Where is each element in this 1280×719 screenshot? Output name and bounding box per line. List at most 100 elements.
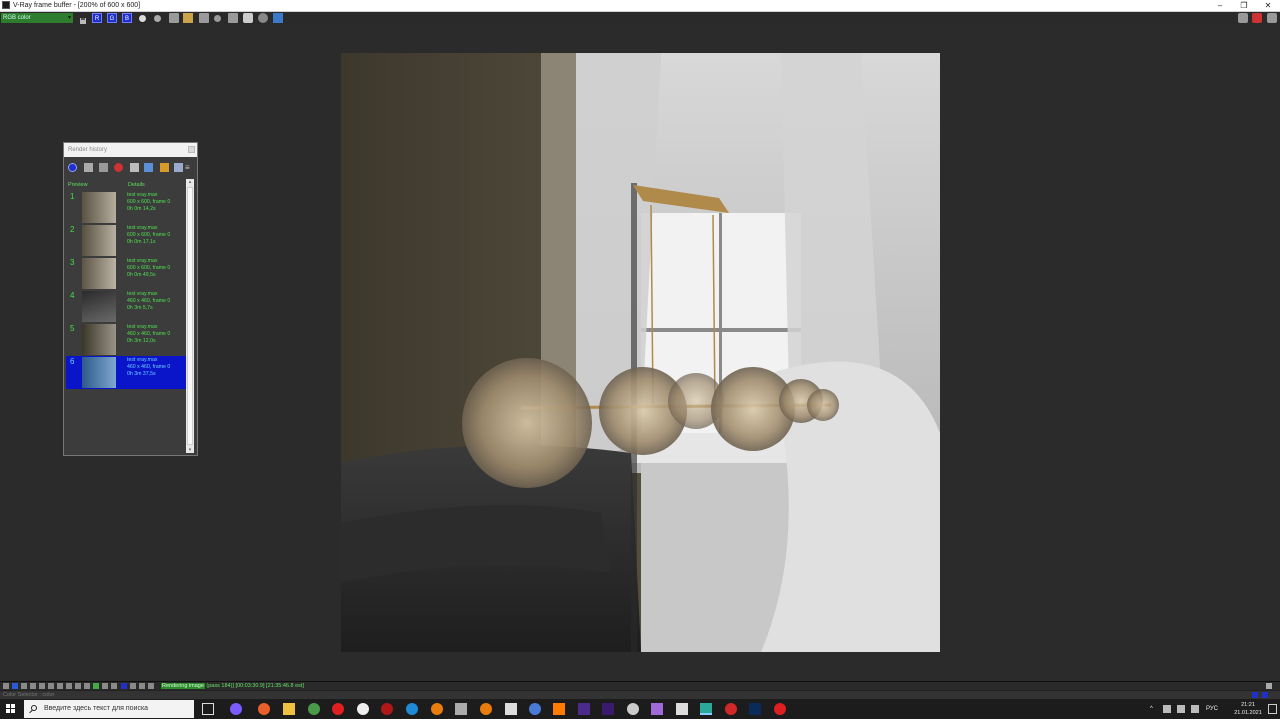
history-entry[interactable]: 4 test vray.max 460 x 460, frame 0 0h 3m… — [66, 290, 186, 323]
status-icon[interactable] — [111, 683, 117, 689]
minimize-button[interactable]: – — [1208, 0, 1232, 11]
notifications-icon[interactable] — [1268, 704, 1277, 714]
maximize-button[interactable]: ❐ — [1232, 0, 1256, 11]
red-channel-button[interactable]: R — [92, 13, 102, 23]
photoshop-icon[interactable] — [749, 703, 761, 715]
green-channel-button[interactable]: G — [107, 13, 117, 23]
color-swatch[interactable] — [1252, 692, 1258, 698]
menu-icon[interactable]: ≡ — [185, 163, 194, 172]
app-icon[interactable] — [230, 703, 242, 715]
status-icon[interactable] — [1266, 683, 1272, 689]
render-icon[interactable] — [1267, 13, 1277, 23]
app-icon[interactable] — [676, 703, 688, 715]
copy-to-max-icon[interactable] — [228, 13, 238, 23]
status-icon[interactable] — [21, 683, 27, 689]
app-icon[interactable] — [529, 703, 541, 715]
file-explorer-icon[interactable] — [283, 703, 295, 715]
status-icon[interactable] — [93, 683, 99, 689]
history-entry[interactable]: 2 test vray.max 600 x 600, frame 0 0h 0m… — [66, 224, 186, 257]
scrollbar-thumb[interactable] — [187, 187, 193, 445]
status-icon[interactable] — [75, 683, 81, 689]
premiere-icon[interactable] — [602, 703, 614, 715]
save-icon[interactable] — [169, 13, 179, 23]
scroll-down-icon[interactable]: ▾ — [186, 447, 194, 453]
status-icon[interactable] — [3, 683, 9, 689]
render-last-icon[interactable] — [258, 13, 268, 23]
set-b-icon[interactable] — [160, 163, 169, 172]
stop-render-icon[interactable] — [1252, 13, 1262, 23]
status-icon[interactable] — [57, 683, 63, 689]
taskbar-clock[interactable]: 21:21 21.01.2021 — [1232, 701, 1264, 717]
history-scrollbar[interactable]: ▴ ▾ — [186, 179, 194, 453]
power-icon[interactable] — [68, 163, 77, 172]
display-settings-icon[interactable] — [273, 13, 283, 23]
status-icon[interactable] — [121, 683, 127, 689]
status-icon[interactable] — [66, 683, 72, 689]
blue-channel-button[interactable]: B — [122, 13, 132, 23]
status-icon[interactable] — [48, 683, 54, 689]
history-entry-number: 5 — [70, 324, 75, 333]
close-button[interactable]: ✕ — [1256, 0, 1280, 11]
blender-icon[interactable] — [480, 703, 492, 715]
rendering-label: Rendering image — [161, 683, 205, 689]
teapot-render-icon[interactable] — [1238, 13, 1248, 23]
alpha-channel-icon[interactable] — [139, 15, 146, 22]
history-entry-selected[interactable]: 6 test vray.max 460 x 460, frame 0 0h 3m… — [66, 356, 186, 389]
windows-taskbar: Введите здесь текст для поиска ^ РУС 21:… — [0, 699, 1280, 719]
language-indicator[interactable]: РУС — [1206, 699, 1218, 719]
history-settings-icon[interactable] — [174, 163, 183, 172]
history-entry-size: 460 x 460, frame 0 — [127, 298, 171, 304]
blender-icon[interactable] — [431, 703, 443, 715]
history-entry[interactable]: 3 test vray.max 600 x 600, frame 0 0h 0m… — [66, 257, 186, 290]
status-icon[interactable] — [130, 683, 136, 689]
opera-icon[interactable] — [332, 703, 344, 715]
app-icon[interactable] — [627, 703, 639, 715]
save-history-icon[interactable] — [84, 163, 93, 172]
tray-chevron-icon[interactable]: ^ — [1150, 699, 1153, 719]
chrome-icon[interactable] — [308, 703, 320, 715]
history-entry[interactable]: 5 test vray.max 460 x 460, frame 0 0h 3m… — [66, 323, 186, 356]
app-icon[interactable] — [725, 703, 737, 715]
opera-gx-icon[interactable] — [381, 703, 393, 715]
status-icon[interactable] — [84, 683, 90, 689]
network-icon[interactable] — [1177, 705, 1185, 713]
yandex-icon[interactable] — [774, 703, 786, 715]
color-swatch[interactable] — [1262, 692, 1268, 698]
ab-compare-icon[interactable] — [144, 163, 153, 172]
status-icon[interactable] — [139, 683, 145, 689]
after-effects-icon[interactable] — [578, 703, 590, 715]
delete-history-icon[interactable] — [114, 163, 123, 172]
compare-icon[interactable] — [130, 163, 139, 172]
tray-icon[interactable] — [1163, 705, 1171, 713]
taskbar-search-box[interactable]: Введите здесь текст для поиска — [24, 700, 194, 718]
status-icon[interactable] — [12, 683, 18, 689]
firefox-icon[interactable] — [258, 703, 270, 715]
history-entry-details: test vray.max 460 x 460, frame 0 0h 3m 5… — [127, 291, 170, 312]
task-view-icon[interactable] — [202, 703, 214, 715]
status-icon[interactable] — [148, 683, 154, 689]
app-icon[interactable] — [505, 703, 517, 715]
status-icon[interactable] — [39, 683, 45, 689]
close-icon[interactable] — [188, 146, 195, 153]
3ds-max-icon[interactable] — [700, 703, 712, 715]
clear-image-icon[interactable] — [199, 13, 209, 23]
track-mouse-icon[interactable] — [214, 15, 221, 22]
region-render-icon[interactable] — [243, 13, 253, 23]
load-image-icon[interactable] — [183, 13, 193, 23]
status-icon[interactable] — [102, 683, 108, 689]
status-icon[interactable] — [30, 683, 36, 689]
app-icon[interactable] — [455, 703, 467, 715]
scroll-up-icon[interactable]: ▴ — [186, 179, 194, 185]
load-history-icon[interactable] — [99, 163, 108, 172]
yandex-browser-icon[interactable] — [357, 703, 369, 715]
volume-icon[interactable] — [1191, 705, 1199, 713]
save-image-icon[interactable] — [78, 13, 88, 24]
channel-select[interactable]: RGB color ▾ — [1, 13, 73, 23]
windows-start-icon[interactable] — [6, 704, 16, 714]
edge-icon[interactable] — [406, 703, 418, 715]
history-entry-number: 6 — [70, 357, 75, 366]
history-entry[interactable]: 1 test vray.max 600 x 600, frame 0 0h 0m… — [66, 191, 186, 224]
illustrator-icon[interactable] — [553, 703, 565, 715]
app-icon[interactable] — [651, 703, 663, 715]
mono-mode-icon[interactable] — [154, 15, 161, 22]
